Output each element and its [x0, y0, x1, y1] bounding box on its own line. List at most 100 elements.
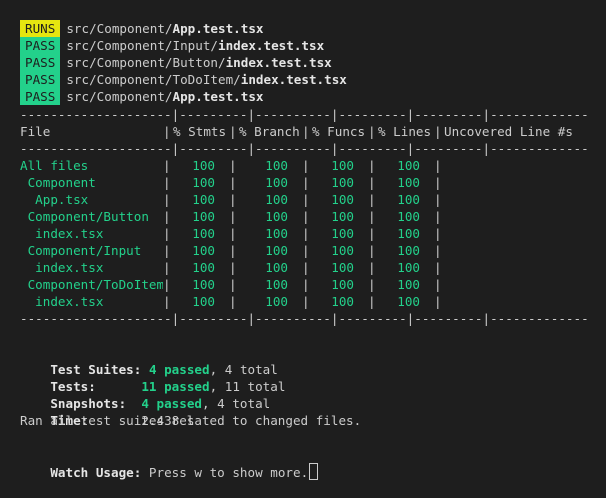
- column-divider: |: [302, 243, 310, 258]
- coverage-file-name: Component/Button: [20, 209, 149, 224]
- column-divider: |: [434, 209, 442, 224]
- column-divider: |: [302, 294, 310, 309]
- table-row: index.tsx | 100 | 100 | 100 | 100 |: [20, 259, 588, 276]
- column-divider: |: [368, 226, 376, 241]
- coverage-uncovered: [443, 157, 588, 174]
- column-divider: |: [434, 158, 442, 173]
- table-row: All files | 100 | 100 | 100 | 100 |: [20, 157, 588, 174]
- coverage-value: 100: [397, 209, 420, 224]
- coverage-value: 100: [331, 226, 354, 241]
- coverage-value: 100: [331, 243, 354, 258]
- column-divider: |: [163, 277, 171, 292]
- coverage-separator-mid: --------------------|---------|---------…: [20, 141, 588, 156]
- test-file-dir: src/Component/Button/: [66, 55, 226, 70]
- test-run-line: PASS src/Component/Input/index.test.tsx: [20, 37, 324, 54]
- coverage-value: 100: [265, 243, 288, 258]
- column-divider: |: [302, 175, 310, 190]
- coverage-value: 100: [397, 175, 420, 190]
- coverage-value: 100: [265, 175, 288, 190]
- test-run-line: PASS src/Component/ToDoItem/index.test.ts…: [20, 71, 347, 88]
- column-divider: |: [163, 226, 171, 241]
- column-divider: |: [163, 294, 171, 309]
- coverage-value: 100: [192, 192, 215, 207]
- coverage-file-name: App.tsx: [20, 192, 89, 207]
- status-badge: PASS: [20, 88, 61, 105]
- coverage-separator-bottom: --------------------|---------|---------…: [20, 311, 588, 326]
- status-badge: PASS: [20, 71, 61, 88]
- column-divider: |: [302, 277, 310, 292]
- test-file-dir: src/Component/: [66, 21, 173, 36]
- column-divider: |: [302, 192, 310, 207]
- coverage-file-name: index.tsx: [20, 260, 104, 275]
- coverage-value: 100: [192, 277, 215, 292]
- column-divider: |: [229, 175, 237, 190]
- coverage-value: 100: [331, 192, 354, 207]
- coverage-uncovered: [443, 225, 588, 242]
- column-divider: |: [368, 192, 376, 207]
- snapshots-total: , 4 total: [202, 396, 271, 411]
- column-divider: |: [368, 260, 376, 275]
- coverage-value: 100: [331, 294, 354, 309]
- coverage-value: 100: [192, 158, 215, 173]
- watch-usage-label: Watch Usage:: [50, 465, 142, 480]
- column-divider: |: [434, 260, 442, 275]
- table-row: App.tsx | 100 | 100 | 100 | 100 |: [20, 191, 588, 208]
- coverage-value: 100: [397, 243, 420, 258]
- coverage-value: 100: [331, 158, 354, 173]
- table-row: index.tsx | 100 | 100 | 100 | 100 |: [20, 293, 588, 310]
- coverage-header-cell: % Funcs: [312, 124, 366, 139]
- column-divider: |: [368, 209, 376, 224]
- terminal-cursor[interactable]: [309, 463, 319, 480]
- column-divider: |: [163, 260, 171, 275]
- coverage-value: 100: [192, 260, 215, 275]
- watch-usage: Watch Usage: Press w to show more.: [20, 446, 319, 480]
- coverage-value: 100: [265, 260, 288, 275]
- coverage-value: 100: [265, 277, 288, 292]
- table-row: Component/Button | 100 | 100 | 100 | 100 |: [20, 208, 588, 225]
- column-divider: |: [434, 124, 442, 139]
- coverage-value: 100: [265, 294, 288, 309]
- summary-tests: Tests: 11 passed, 11 total: [20, 361, 285, 394]
- column-divider: |: [229, 243, 237, 258]
- watch-usage-text: Press w to show more.: [141, 465, 309, 480]
- coverage-value: 100: [397, 192, 420, 207]
- coverage-uncovered: [443, 293, 588, 310]
- column-divider: |: [302, 226, 310, 241]
- test-run-line: RUNS src/Component/App.test.tsx: [20, 20, 264, 37]
- column-divider: |: [229, 294, 237, 309]
- coverage-uncovered: [443, 208, 588, 225]
- column-divider: |: [368, 124, 376, 139]
- coverage-header-cell: % Branch: [239, 124, 300, 139]
- summary-snapshots: Snapshots: 4 passed, 4 total: [20, 378, 270, 411]
- coverage-value: 100: [331, 175, 354, 190]
- coverage-table-wrapper: --------------------|---------|---------…: [20, 106, 588, 327]
- coverage-value: 100: [192, 294, 215, 309]
- test-file-name: index.test.tsx: [240, 72, 347, 87]
- coverage-value: 100: [265, 209, 288, 224]
- test-file-name: index.test.tsx: [225, 55, 332, 70]
- column-divider: |: [229, 209, 237, 224]
- column-divider: |: [434, 192, 442, 207]
- column-divider: |: [434, 294, 442, 309]
- test-file-dir: src/Component/ToDoItem/: [66, 72, 241, 87]
- terminal[interactable]: RUNS src/Component/App.test.tsx PASS src/Co…: [0, 0, 606, 480]
- coverage-value: 100: [397, 277, 420, 292]
- column-divider: |: [163, 175, 171, 190]
- column-divider: |: [302, 260, 310, 275]
- column-divider: |: [163, 243, 171, 258]
- test-run-line: PASS src/Component/Button/index.test.tsx: [20, 54, 332, 71]
- column-divider: |: [368, 158, 376, 173]
- coverage-header-cell: File: [20, 124, 51, 139]
- coverage-value: 100: [331, 277, 354, 292]
- column-divider: |: [434, 175, 442, 190]
- coverage-file-name: index.tsx: [20, 226, 104, 241]
- coverage-file-name: index.tsx: [20, 294, 104, 309]
- column-divider: |: [434, 277, 442, 292]
- coverage-table-body: All files | 100 | 100 | 100 | 100 | Component | 100…: [20, 157, 588, 310]
- column-divider: |: [434, 226, 442, 241]
- coverage-value: 100: [192, 243, 215, 258]
- coverage-uncovered: [443, 242, 588, 259]
- coverage-value: 100: [331, 260, 354, 275]
- coverage-value: 100: [192, 175, 215, 190]
- coverage-uncovered: [443, 191, 588, 208]
